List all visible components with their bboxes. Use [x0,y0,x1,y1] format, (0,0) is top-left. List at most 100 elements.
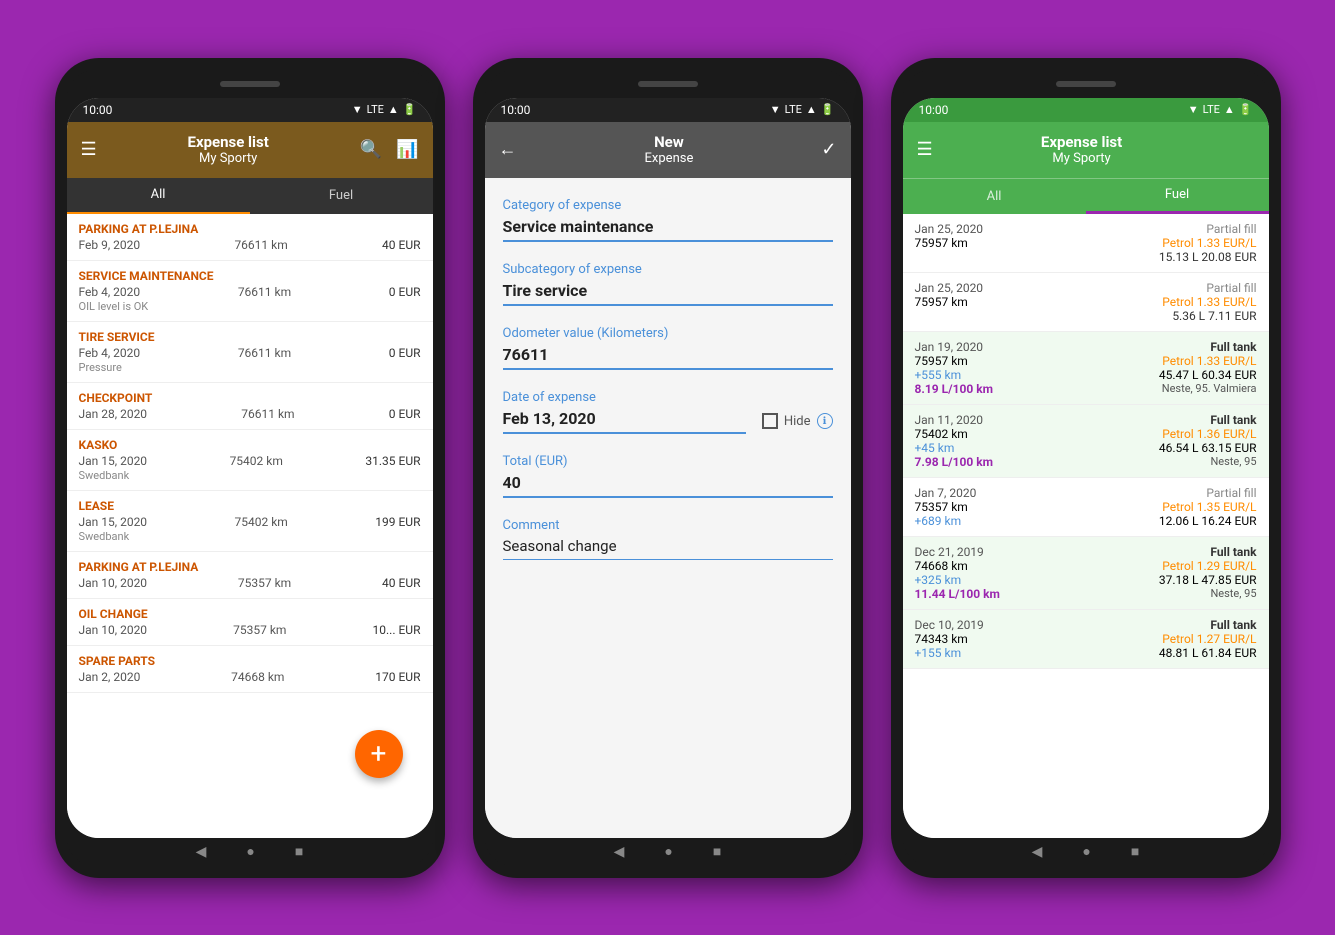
search-icon-1[interactable]: 🔍 [360,139,382,160]
expense-title-8: SPARE PARTS [79,654,421,668]
expense-item-3[interactable]: CHECKPOINT Jan 28, 2020 76611 km 0 EUR [67,383,433,430]
fuel-row3-6: +155 km 48.81 L 61.84 EUR [915,646,1257,660]
status-bar-3: 10:00 ▼ LTE ▲ 🔋 [903,98,1269,122]
fuel-amount-1: 5.36 L 7.11 EUR [1172,309,1256,323]
expense-item-7[interactable]: OIL CHANGE Jan 10, 2020 75357 km 10... E… [67,599,433,646]
phone-3: 10:00 ▼ LTE ▲ 🔋 ☰ Expense list My Sporty [891,58,1281,878]
fuel-date-1: Jan 25, 2020 [915,281,984,295]
tab-bar-3: All Fuel [903,178,1269,214]
fuel-amount-6: 48.81 L 61.84 EUR [1159,646,1257,660]
category-field[interactable]: Category of expense Service maintenance [503,198,833,242]
expense-item-8[interactable]: SPARE PARTS Jan 2, 2020 74668 km 170 EUR [67,646,433,693]
expense-item-4[interactable]: KASKO Jan 15, 2020 75402 km 31.35 EUR Sw… [67,430,433,491]
total-field[interactable]: Total (EUR) 40 [503,454,833,498]
fuel-item-header-0: Jan 25, 2020 Partial fill [915,222,1257,236]
menu-icon-3[interactable]: ☰ [917,139,933,160]
comment-field[interactable]: Comment Seasonal change [503,518,833,560]
fuel-km-1: 75957 km [915,295,968,309]
fuel-row4-2: 8.19 L/100 km Neste, 95. Valmiera [915,382,1257,396]
fuel-row2-6: 74343 km Petrol 1.27 EUR/L [915,632,1257,646]
date-value: Feb 13, 2020 [503,409,746,434]
odometer-field[interactable]: Odometer value (Kilometers) 76611 [503,326,833,370]
tab-all-3[interactable]: All [903,179,1086,214]
back-icon-2[interactable]: ← [499,139,517,160]
battery-icon-3: 🔋 [1239,103,1253,116]
fuel-item-5[interactable]: Dec 21, 2019 Full tank 74668 km Petrol 1… [903,537,1269,610]
fuel-type-1: Petrol 1.33 EUR/L [1162,295,1256,309]
home-nav-1[interactable]: ● [246,843,254,860]
expense-title-1: SERVICE MAINTENANCE [79,269,421,283]
fuel-station-2: Neste, 95. Valmiera [1162,382,1257,396]
notch-dot [220,81,280,87]
fuel-date-0: Jan 25, 2020 [915,222,984,236]
expense-list-1[interactable]: PARKING AT P.LEJINA Feb 9, 2020 76611 km… [67,214,433,838]
expense-item-0[interactable]: PARKING AT P.LEJINA Feb 9, 2020 76611 km… [67,214,433,261]
home-nav-2[interactable]: ● [664,843,672,860]
info-icon[interactable]: ℹ [817,413,833,429]
back-nav-3[interactable]: ◀ [1032,844,1043,860]
chart-icon-1[interactable]: 📊 [396,139,418,160]
tab-fuel-3[interactable]: Fuel [1086,179,1269,214]
app-header-3: ☰ Expense list My Sporty [903,122,1269,178]
signal-icon: ▲ [388,103,399,116]
fuel-type-6: Petrol 1.27 EUR/L [1162,632,1256,646]
fuel-row2-0: 75957 km Petrol 1.33 EUR/L [915,236,1257,250]
expense-amount-2: 0 EUR [389,346,421,360]
subcategory-field[interactable]: Subcategory of expense Tire service [503,262,833,306]
status-icons-2: ▼ LTE ▲ 🔋 [770,103,835,116]
fuel-item-3[interactable]: Jan 11, 2020 Full tank 75402 km Petrol 1… [903,405,1269,478]
home-nav-3[interactable]: ● [1082,843,1090,860]
expense-item-6[interactable]: PARKING AT P.LEJINA Jan 10, 2020 75357 k… [67,552,433,599]
subcategory-label: Subcategory of expense [503,262,833,277]
fuel-item-6[interactable]: Dec 10, 2019 Full tank 74343 km Petrol 1… [903,610,1269,669]
battery-icon: 🔋 [403,103,417,116]
recents-nav-2[interactable]: ■ [713,843,721,860]
fuel-delta-4: +689 km [915,514,962,528]
app-header-1: ☰ Expense list My Sporty 🔍 📊 [67,122,433,178]
expense-title-5: LEASE [79,499,421,513]
phone-1-bottom: ◀ ● ■ [67,838,433,866]
back-nav-2[interactable]: ◀ [614,844,625,860]
fuel-km-3: 75402 km [915,427,968,441]
expense-km-1: 76611 km [238,285,291,299]
fuel-list-3[interactable]: Jan 25, 2020 Partial fill 75957 km Petro… [903,214,1269,838]
signal-icon-2: ▲ [806,103,817,116]
expense-item-2[interactable]: TIRE SERVICE Feb 4, 2020 76611 km 0 EUR … [67,322,433,383]
wifi-icon-3: ▼ [1188,103,1199,116]
menu-icon-1[interactable]: ☰ [81,139,97,160]
tab-all-1[interactable]: All [67,178,250,214]
fuel-item-1[interactable]: Jan 25, 2020 Partial fill 75957 km Petro… [903,273,1269,332]
fuel-item-header-5: Dec 21, 2019 Full tank [915,545,1257,559]
status-time-1: 10:00 [83,103,113,117]
fuel-km-0: 75957 km [915,236,968,250]
hide-checkbox-row[interactable]: Hide ℹ [762,413,833,429]
recents-nav-3[interactable]: ■ [1131,843,1139,860]
fuel-row2-5: 74668 km Petrol 1.29 EUR/L [915,559,1257,573]
lte-icon-3: LTE [1203,103,1220,116]
fuel-item-4[interactable]: Jan 7, 2020 Partial fill 75357 km Petrol… [903,478,1269,537]
expense-km-3: 76611 km [241,407,294,421]
fuel-item-2[interactable]: Jan 19, 2020 Full tank 75957 km Petrol 1… [903,332,1269,405]
back-nav-1[interactable]: ◀ [196,844,207,860]
fuel-item-0[interactable]: Jan 25, 2020 Partial fill 75957 km Petro… [903,214,1269,273]
status-bar-1: 10:00 ▼ LTE ▲ 🔋 [67,98,433,122]
expense-amount-1: 0 EUR [389,285,421,299]
date-field[interactable]: Date of expense Feb 13, 2020 Hide ℹ [503,390,833,434]
recents-nav-1[interactable]: ■ [295,843,303,860]
hide-checkbox-box[interactable] [762,413,778,429]
expense-item-5[interactable]: LEASE Jan 15, 2020 75402 km 199 EUR Swed… [67,491,433,552]
expense-item-1[interactable]: SERVICE MAINTENANCE Feb 4, 2020 76611 km… [67,261,433,322]
expense-note-4: Swedbank [79,469,421,482]
fuel-row2-3: 75402 km Petrol 1.36 EUR/L [915,427,1257,441]
fuel-details-0: 15.13 L 20.08 EUR [915,250,1257,264]
comment-label: Comment [503,518,833,533]
expense-details-5: Jan 15, 2020 75402 km 199 EUR [79,515,421,529]
check-icon-2[interactable]: ✓ [821,139,836,160]
fab-add-expense[interactable]: + [355,730,403,778]
form-content-2: Category of expense Service maintenance … [485,178,851,838]
expense-date-3: Jan 28, 2020 [79,407,148,421]
expense-km-0: 76611 km [234,238,287,252]
expense-km-5: 75402 km [235,515,288,529]
tab-fuel-1[interactable]: Fuel [250,178,433,214]
status-time-3: 10:00 [919,103,949,117]
